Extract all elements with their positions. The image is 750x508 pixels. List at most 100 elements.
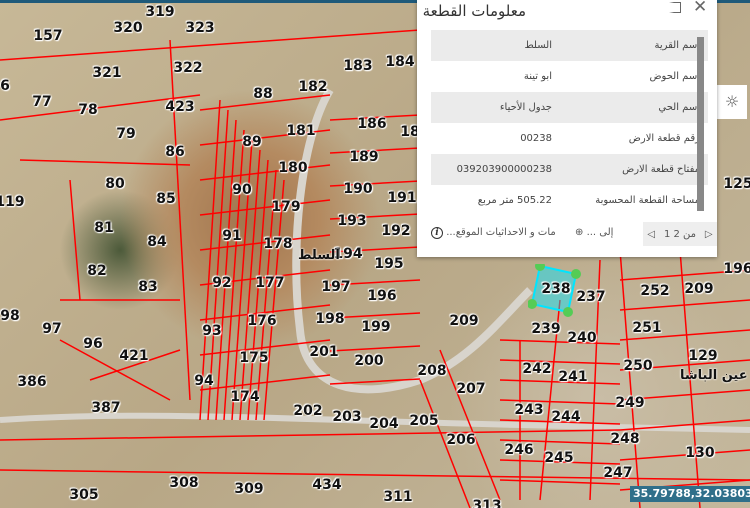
parcel-label[interactable]: 183 <box>343 58 372 74</box>
parcel-label[interactable]: 248 <box>610 431 639 447</box>
parcel-label[interactable]: 242 <box>522 361 551 377</box>
parcel-label[interactable]: 196 <box>367 288 396 304</box>
parcel-label[interactable]: 209 <box>449 313 478 329</box>
parcel-label[interactable]: 174 <box>230 389 259 405</box>
parcel-label[interactable]: 181 <box>286 123 315 139</box>
next-icon[interactable]: ▷ <box>705 229 713 240</box>
parcel-label[interactable]: 180 <box>278 160 307 176</box>
parcel-label[interactable]: 82 <box>87 263 106 279</box>
scrollbar[interactable] <box>697 37 704 211</box>
location-info-link[interactable]: i ...مات و الاحداثيات الموقع <box>431 227 556 239</box>
parcel-label[interactable]: 90 <box>232 182 251 198</box>
parcel-label[interactable]: 245 <box>544 450 573 466</box>
parcel-label[interactable]: 249 <box>615 395 644 411</box>
parcel-label[interactable]: 208 <box>417 363 446 379</box>
parcel-label[interactable]: 6 <box>0 78 10 94</box>
parcel-label[interactable]: 119 <box>0 194 25 210</box>
parcel-label[interactable]: 243 <box>514 402 543 418</box>
parcel-label[interactable]: 184 <box>385 54 414 70</box>
parcel-label[interactable]: 199 <box>361 319 390 335</box>
parcel-label[interactable]: 204 <box>369 416 398 432</box>
parcel-label[interactable]: 206 <box>446 432 475 448</box>
parcel-label[interactable]: 209 <box>684 281 713 297</box>
parcel-label[interactable]: 189 <box>349 149 378 165</box>
parcel-label[interactable]: 252 <box>640 283 669 299</box>
parcel-label[interactable]: 198 <box>315 311 344 327</box>
parcel-label[interactable]: 186 <box>357 116 386 132</box>
parcel-label[interactable]: 129 <box>688 348 717 364</box>
close-icon[interactable]: ✕ <box>693 0 707 17</box>
parcel-boundary <box>69 179 81 301</box>
parcel-label[interactable]: 175 <box>239 350 268 366</box>
parcel-label[interactable]: 88 <box>253 86 272 102</box>
prev-icon[interactable]: ◁ <box>647 229 655 240</box>
parcel-label[interactable]: 309 <box>234 481 263 497</box>
dock-icon[interactable] <box>669 2 681 13</box>
parcel-label[interactable]: 322 <box>173 60 202 76</box>
parcel-label[interactable]: 97 <box>42 321 61 337</box>
parcel-label[interactable]: 247 <box>603 465 632 481</box>
parcel-label[interactable]: 190 <box>343 181 372 197</box>
parcel-label[interactable]: 179 <box>271 199 300 215</box>
parcel-label[interactable]: 205 <box>409 413 438 429</box>
parcel-label[interactable]: 130 <box>685 445 714 461</box>
parcel-label[interactable]: 311 <box>383 489 412 505</box>
parcel-label[interactable]: 195 <box>374 256 403 272</box>
parcel-label[interactable]: 321 <box>92 65 121 81</box>
parcel-label[interactable]: 176 <box>247 313 276 329</box>
parcel-label[interactable]: 98 <box>0 308 19 324</box>
parcel-label[interactable]: 125 <box>723 176 750 192</box>
parcel-label[interactable]: 193 <box>337 213 366 229</box>
parcel-label[interactable]: 423 <box>165 99 194 115</box>
field-value: 505.22 متر مربع <box>477 195 552 206</box>
parcel-label[interactable]: 239 <box>531 321 560 337</box>
parcel-label[interactable]: 202 <box>293 403 322 419</box>
parcel-label[interactable]: 80 <box>105 176 124 192</box>
parcel-label[interactable]: 86 <box>165 144 184 160</box>
parcel-label[interactable]: 191 <box>387 190 416 206</box>
parcel-label[interactable]: 320 <box>113 20 142 36</box>
parcel-label[interactable]: 244 <box>551 409 580 425</box>
parcel-label[interactable]: 241 <box>558 369 587 385</box>
parcel-label[interactable]: 94 <box>194 373 213 389</box>
parcel-label[interactable]: 323 <box>185 20 214 36</box>
parcel-label[interactable]: 83 <box>138 279 157 295</box>
parcel-label[interactable]: 85 <box>156 191 175 207</box>
parcel-label[interactable]: 207 <box>456 381 485 397</box>
zoom-to-button[interactable]: ⊕ ... إلى <box>575 227 613 238</box>
parcel-label[interactable]: 319 <box>145 4 174 20</box>
parcel-label[interactable]: 92 <box>212 275 231 291</box>
parcel-label[interactable]: 78 <box>78 102 97 118</box>
parcel-label[interactable]: 93 <box>202 323 221 339</box>
parcel-label[interactable]: 81 <box>94 220 113 236</box>
parcel-label[interactable]: 197 <box>321 279 350 295</box>
parcel-label[interactable]: 386 <box>17 374 46 390</box>
parcel-label[interactable]: 177 <box>255 275 284 291</box>
parcel-label[interactable]: 305 <box>69 487 98 503</box>
parcel-label[interactable]: 79 <box>116 126 135 142</box>
parcel-label[interactable]: 434 <box>312 477 341 493</box>
parcel-label[interactable]: 203 <box>332 409 361 425</box>
parcel-label[interactable]: 89 <box>242 134 261 150</box>
parcel-label[interactable]: 250 <box>623 358 652 374</box>
parcel-label[interactable]: 201 <box>309 344 338 360</box>
parcel-label[interactable]: 91 <box>222 228 241 244</box>
parcel-label[interactable]: 192 <box>381 223 410 239</box>
parcel-label[interactable]: 77 <box>32 94 51 110</box>
parcel-boundary <box>263 179 285 421</box>
parcel-label[interactable]: 157 <box>33 28 62 44</box>
parcel-label[interactable]: 182 <box>298 79 327 95</box>
parcel-label[interactable]: 313 <box>472 498 501 508</box>
parcel-label[interactable]: 246 <box>504 442 533 458</box>
parcel-label[interactable]: 387 <box>91 400 120 416</box>
parcel-label[interactable]: 84 <box>147 234 166 250</box>
parcel-label[interactable]: 178 <box>263 236 292 252</box>
parcel-label[interactable]: 96 <box>83 336 102 352</box>
parcel-label[interactable]: 240 <box>567 330 596 346</box>
parcel-label[interactable]: 251 <box>632 320 661 336</box>
parcel-label[interactable]: 308 <box>169 475 198 491</box>
basemap-brightness-button[interactable]: ☼ <box>717 85 747 119</box>
parcel-label[interactable]: 421 <box>119 348 148 364</box>
parcel-label[interactable]: 196 <box>723 261 750 277</box>
parcel-label[interactable]: 200 <box>354 353 383 369</box>
